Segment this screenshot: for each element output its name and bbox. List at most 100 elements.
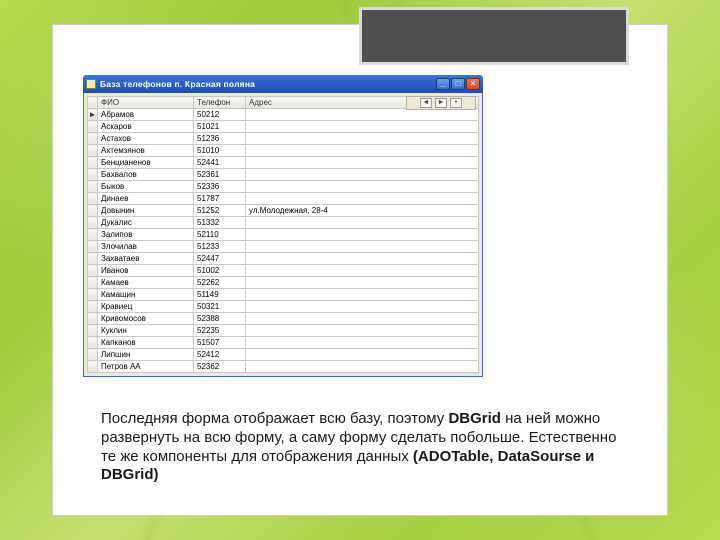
cell-tel[interactable]: 51010	[194, 145, 246, 157]
cell-fio[interactable]: Куклин	[98, 325, 194, 337]
table-row[interactable]: Залипов52110	[88, 229, 479, 241]
cell-addr[interactable]	[246, 169, 479, 181]
cell-tel[interactable]: 52110	[194, 229, 246, 241]
cell-fio[interactable]: Кривомосов	[98, 313, 194, 325]
cell-tel[interactable]: 51236	[194, 133, 246, 145]
cell-tel[interactable]: 51507	[194, 337, 246, 349]
table-row[interactable]: Ахтемзянов51010	[88, 145, 479, 157]
cell-tel[interactable]: 51332	[194, 217, 246, 229]
cell-addr[interactable]	[246, 109, 479, 121]
cell-addr[interactable]	[246, 229, 479, 241]
cell-addr[interactable]	[246, 349, 479, 361]
nav-prev-button[interactable]: ◄	[420, 98, 432, 108]
cell-fio[interactable]: Кравиец	[98, 301, 194, 313]
table-row[interactable]: Иванов51002	[88, 265, 479, 277]
cell-addr[interactable]	[246, 361, 479, 373]
cell-fio[interactable]: Довынин	[98, 205, 194, 217]
cell-fio[interactable]: Дукалис	[98, 217, 194, 229]
table-row[interactable]: Довынин51252ул.Молодежная, 28-4	[88, 205, 479, 217]
cell-tel[interactable]: 52362	[194, 361, 246, 373]
table-row[interactable]: Куклин52235	[88, 325, 479, 337]
cell-fio[interactable]: Камашин	[98, 289, 194, 301]
close-button[interactable]: ×	[466, 78, 480, 90]
cell-fio[interactable]: Залипов	[98, 229, 194, 241]
cell-addr[interactable]	[246, 277, 479, 289]
cell-tel[interactable]: 50212	[194, 109, 246, 121]
table-row[interactable]: ►Абрамов50212	[88, 109, 479, 121]
cell-fio[interactable]: Липшин	[98, 349, 194, 361]
cell-addr[interactable]: ул.Молодежная, 28-4	[246, 205, 479, 217]
cell-fio[interactable]: Ахтемзянов	[98, 145, 194, 157]
cell-addr[interactable]	[246, 181, 479, 193]
cell-fio[interactable]: Астахов	[98, 133, 194, 145]
cell-tel[interactable]: 52388	[194, 313, 246, 325]
row-marker	[88, 289, 98, 301]
table-row[interactable]: Захватаев52447	[88, 253, 479, 265]
cell-addr[interactable]	[246, 325, 479, 337]
cell-addr[interactable]	[246, 133, 479, 145]
maximize-button[interactable]: □	[451, 78, 465, 90]
cell-tel[interactable]: 52441	[194, 157, 246, 169]
cell-addr[interactable]	[246, 145, 479, 157]
cell-tel[interactable]: 50321	[194, 301, 246, 313]
table-row[interactable]: Петров АА52362	[88, 361, 479, 373]
table-row[interactable]: Аскаров51021	[88, 121, 479, 133]
col-header-tel[interactable]: Телефон	[194, 97, 246, 109]
table-row[interactable]: Динаев51787	[88, 193, 479, 205]
cell-fio[interactable]: Захватаев	[98, 253, 194, 265]
table-row[interactable]: Камаев52262	[88, 277, 479, 289]
cell-fio[interactable]: Бахвалов	[98, 169, 194, 181]
table-row[interactable]: Кривомосов52388	[88, 313, 479, 325]
cell-addr[interactable]	[246, 193, 479, 205]
cell-tel[interactable]: 51787	[194, 193, 246, 205]
cell-addr[interactable]	[246, 121, 479, 133]
cell-tel[interactable]: 51233	[194, 241, 246, 253]
cell-tel[interactable]: 52361	[194, 169, 246, 181]
cell-addr[interactable]	[246, 217, 479, 229]
cell-addr[interactable]	[246, 157, 479, 169]
cell-addr[interactable]	[246, 337, 479, 349]
table-row[interactable]: Бенцианенов52441	[88, 157, 479, 169]
cell-fio[interactable]: Иванов	[98, 265, 194, 277]
cell-addr[interactable]	[246, 253, 479, 265]
table-row[interactable]: Кравиец50321	[88, 301, 479, 313]
window-titlebar[interactable]: База телефонов п. Красная поляна _ □ ×	[83, 75, 483, 93]
cell-addr[interactable]	[246, 301, 479, 313]
cell-addr[interactable]	[246, 289, 479, 301]
cell-tel[interactable]: 52235	[194, 325, 246, 337]
cell-tel[interactable]: 51252	[194, 205, 246, 217]
table-row[interactable]: Быков52336	[88, 181, 479, 193]
nav-last-button[interactable]: •	[450, 98, 462, 108]
table-row[interactable]: Липшин52412	[88, 349, 479, 361]
cell-fio[interactable]: Быков	[98, 181, 194, 193]
table-row[interactable]: Дукалис51332	[88, 217, 479, 229]
cell-tel[interactable]: 52447	[194, 253, 246, 265]
table-row[interactable]: Астахов51236	[88, 133, 479, 145]
cell-fio[interactable]: Бенцианенов	[98, 157, 194, 169]
table-row[interactable]: Камашин51149	[88, 289, 479, 301]
cell-fio[interactable]: Динаев	[98, 193, 194, 205]
cell-tel[interactable]: 52412	[194, 349, 246, 361]
cell-addr[interactable]	[246, 265, 479, 277]
db-navigator[interactable]: ◄ ► •	[406, 96, 476, 110]
table-row[interactable]: Капканов51507	[88, 337, 479, 349]
cell-fio[interactable]: Абрамов	[98, 109, 194, 121]
table-row[interactable]: Бахвалов52361	[88, 169, 479, 181]
cell-addr[interactable]	[246, 241, 479, 253]
db-grid[interactable]: ФИО Телефон Адрес ►Абрамов50212Аскаров51…	[87, 96, 479, 373]
cell-fio[interactable]: Аскаров	[98, 121, 194, 133]
cell-tel[interactable]: 51149	[194, 289, 246, 301]
cell-fio[interactable]: Капканов	[98, 337, 194, 349]
minimize-button[interactable]: _	[436, 78, 450, 90]
cell-tel[interactable]: 51002	[194, 265, 246, 277]
cell-fio[interactable]: Злочилав	[98, 241, 194, 253]
table-row[interactable]: Злочилав51233	[88, 241, 479, 253]
cell-tel[interactable]: 51021	[194, 121, 246, 133]
col-header-fio[interactable]: ФИО	[98, 97, 194, 109]
cell-fio[interactable]: Камаев	[98, 277, 194, 289]
nav-next-button[interactable]: ►	[435, 98, 447, 108]
cell-tel[interactable]: 52336	[194, 181, 246, 193]
cell-addr[interactable]	[246, 313, 479, 325]
cell-fio[interactable]: Петров АА	[98, 361, 194, 373]
cell-tel[interactable]: 52262	[194, 277, 246, 289]
